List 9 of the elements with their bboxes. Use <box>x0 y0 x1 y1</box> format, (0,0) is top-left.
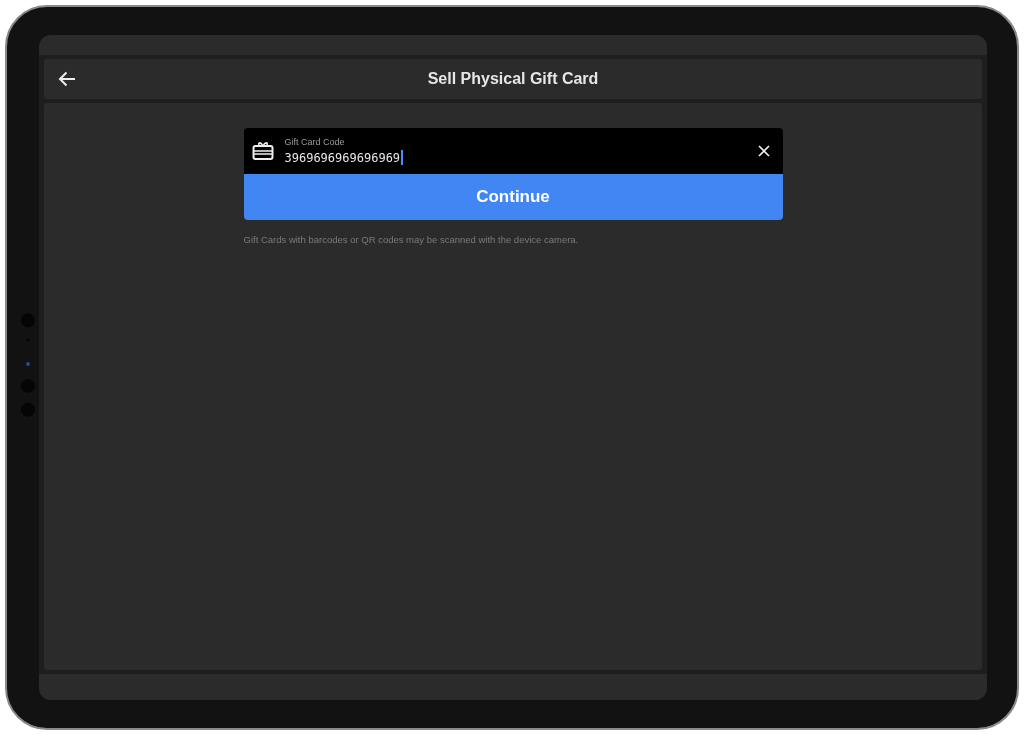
input-field[interactable]: Gift Card Code 3969696969696969 <box>243 128 783 174</box>
gift-card-icon <box>251 141 274 161</box>
field-label: Gift Card Code <box>284 137 346 147</box>
hint-text: Gift Cards with barcodes or QR codes may be scanned with the device camera. <box>243 234 580 245</box>
field-value: 3969696969696969 <box>284 150 404 165</box>
close-icon <box>757 145 770 157</box>
back-arrow-icon <box>57 69 77 89</box>
page-title: Sell Physical Gift Card <box>427 70 599 88</box>
continue-button[interactable]: Continue <box>243 174 783 220</box>
